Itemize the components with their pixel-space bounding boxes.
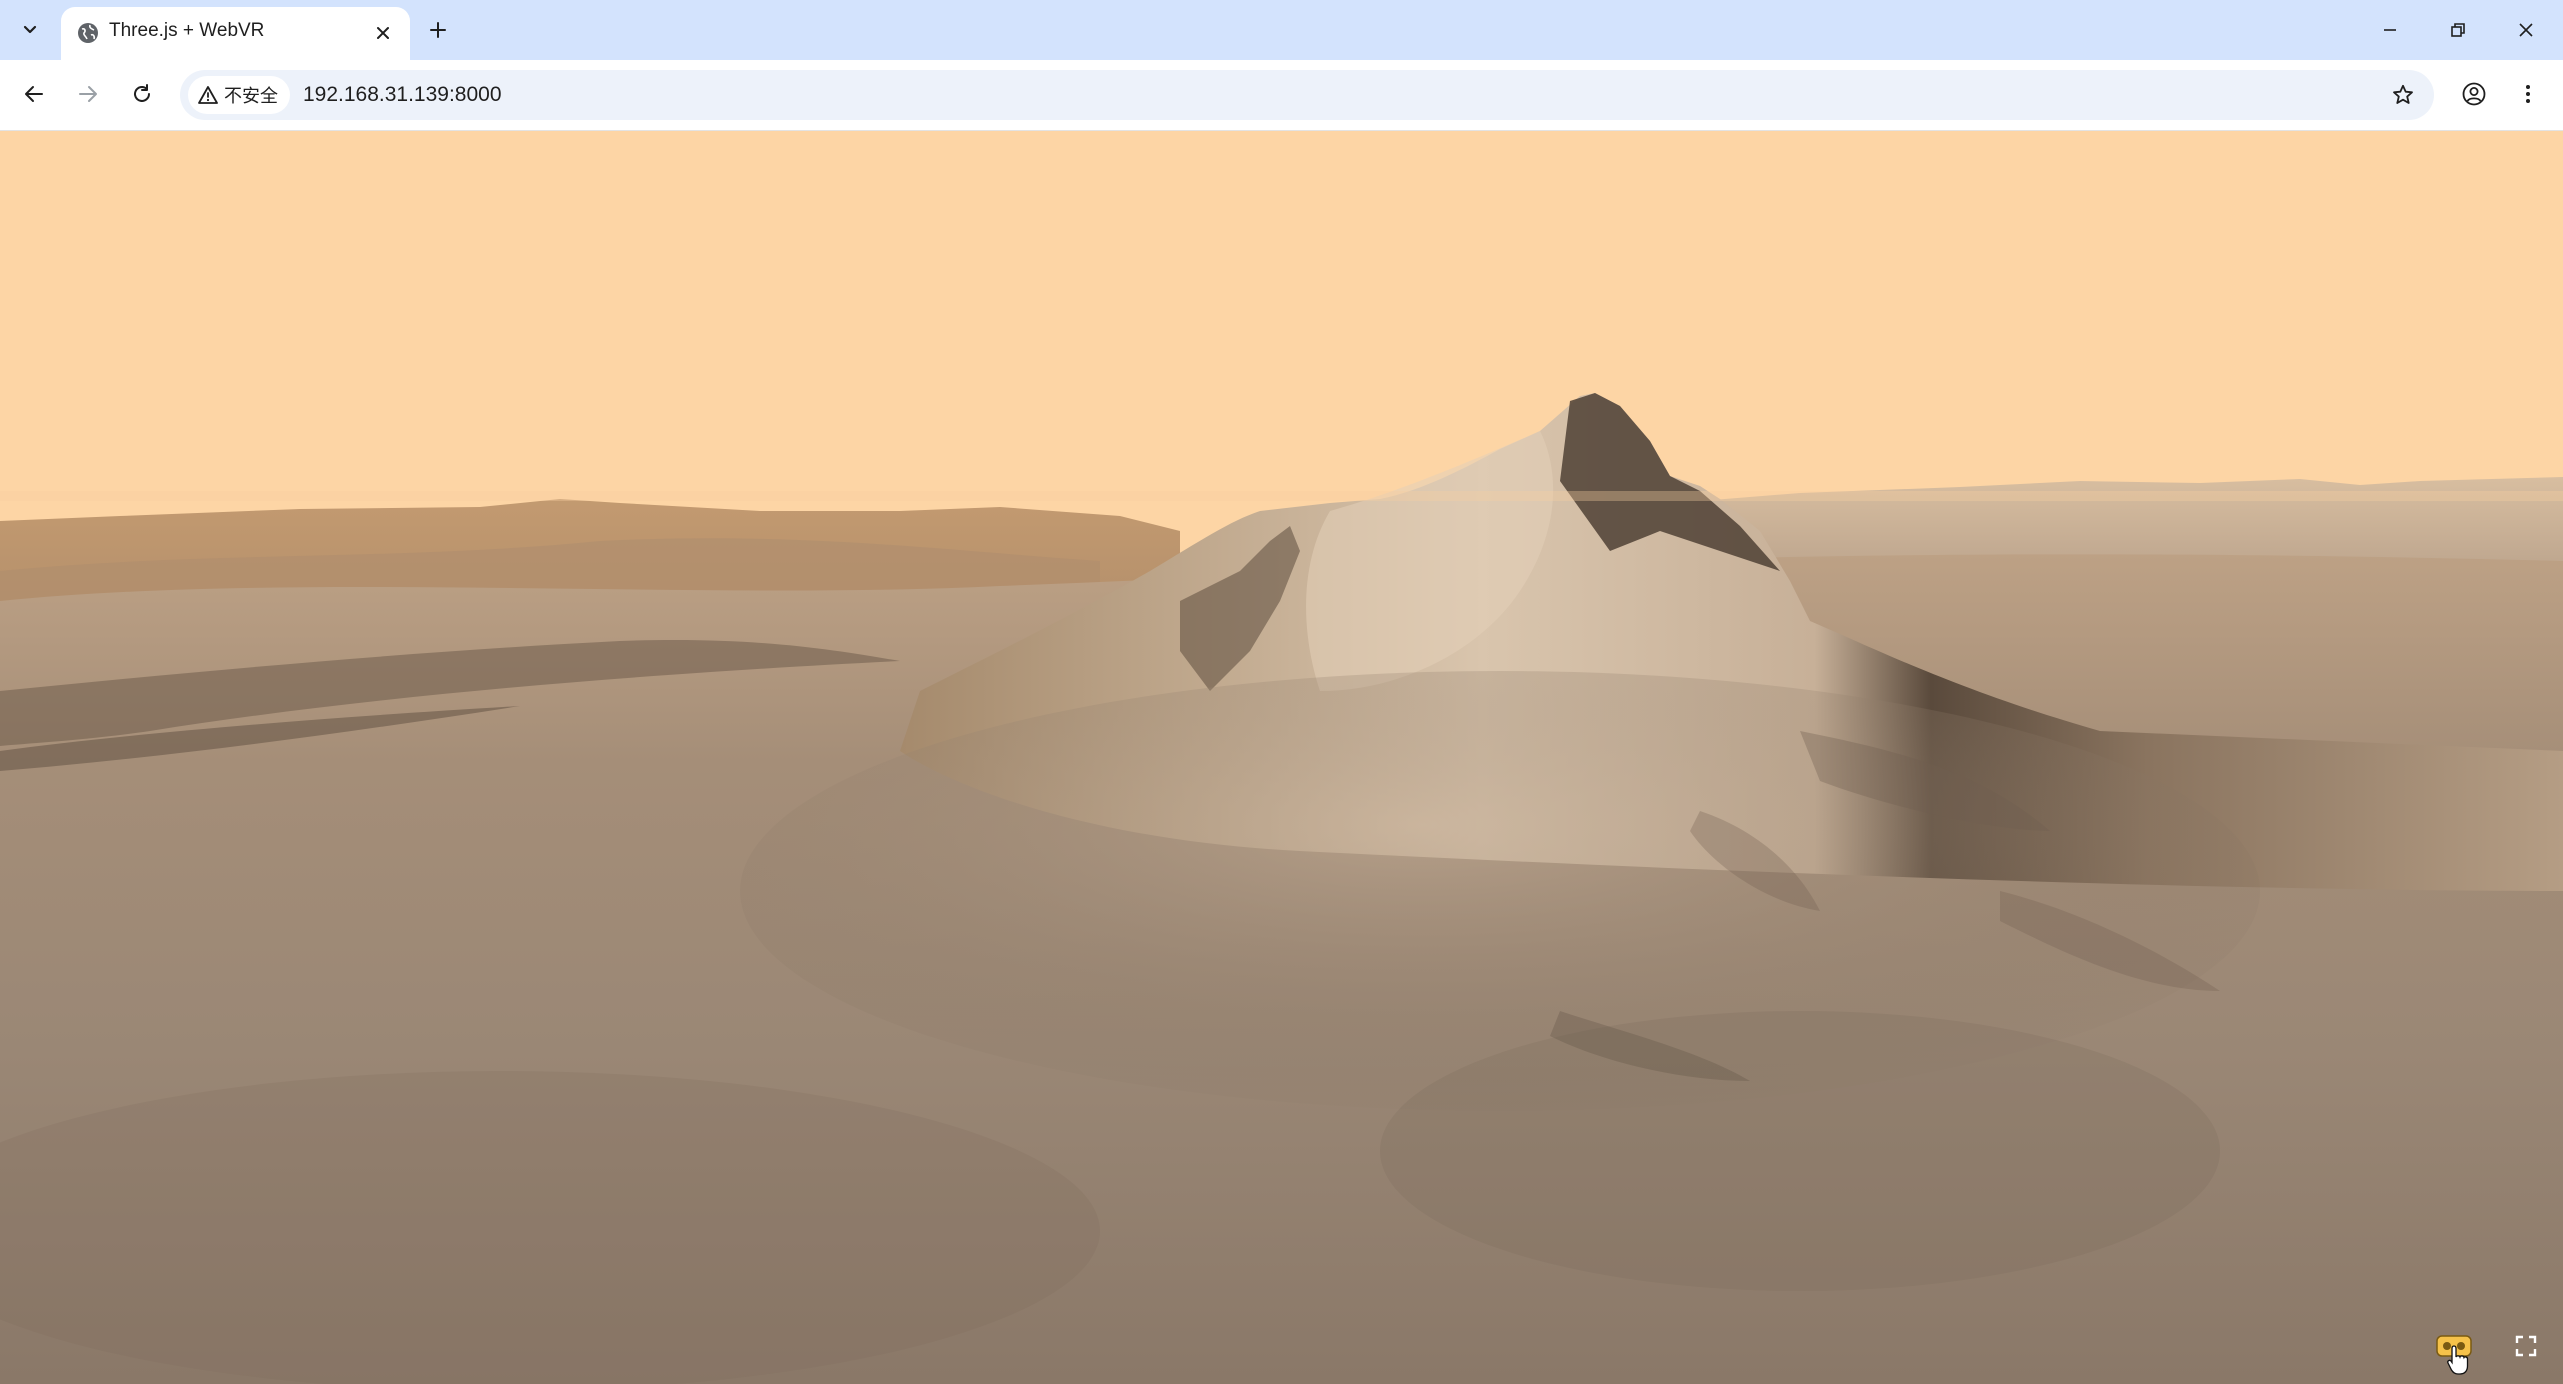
kebab-menu-icon [2526,85,2530,103]
minimize-icon [2384,29,2396,31]
forward-button[interactable] [68,74,108,114]
arrow-left-icon [25,86,43,102]
new-tab-button[interactable] [421,13,455,47]
back-button[interactable] [14,74,54,114]
fullscreen-icon [2515,1335,2537,1357]
hand-cursor-icon [2447,1345,2469,1375]
chevron-down-icon [23,25,37,34]
mars-terrain-scene[interactable] [0,131,2563,1384]
security-chip[interactable]: 不安全 [188,76,290,114]
tab-title: Three.js + WebVR [109,20,265,41]
browser-toolbar: 不安全 192.168.31.139:8000 [0,60,2563,131]
close-icon [2519,23,2533,37]
warning-icon [198,86,218,104]
restore-icon [2451,23,2465,37]
profile-icon [2462,82,2486,106]
arrow-right-icon [79,86,97,102]
close-window-button[interactable] [2492,0,2560,60]
security-label: 不安全 [224,86,278,106]
bookmark-button[interactable] [2384,76,2422,114]
star-icon [2393,84,2413,104]
browser-window: Three.js + WebVR 不安全 192.168.31.139:8000 [0,0,2563,1384]
tab-close-button[interactable] [370,20,396,46]
restore-button[interactable] [2424,0,2492,60]
profile-button[interactable] [2454,74,2494,114]
webgl-viewport[interactable] [0,131,2563,1384]
reload-button[interactable] [122,74,162,114]
reload-icon [134,84,150,102]
plus-icon [430,22,446,38]
fullscreen-button[interactable] [2508,1328,2544,1364]
url-text[interactable]: 192.168.31.139:8000 [303,83,502,107]
address-bar[interactable]: 不安全 192.168.31.139:8000 [180,70,2434,120]
tab-active[interactable]: Three.js + WebVR [61,7,410,60]
close-icon [377,27,389,39]
tab-strip: Three.js + WebVR [0,0,2563,60]
minimize-button[interactable] [2356,0,2424,60]
globe-icon [78,23,98,43]
browser-menu-button[interactable] [2508,74,2548,114]
tab-search-button[interactable] [13,13,47,47]
